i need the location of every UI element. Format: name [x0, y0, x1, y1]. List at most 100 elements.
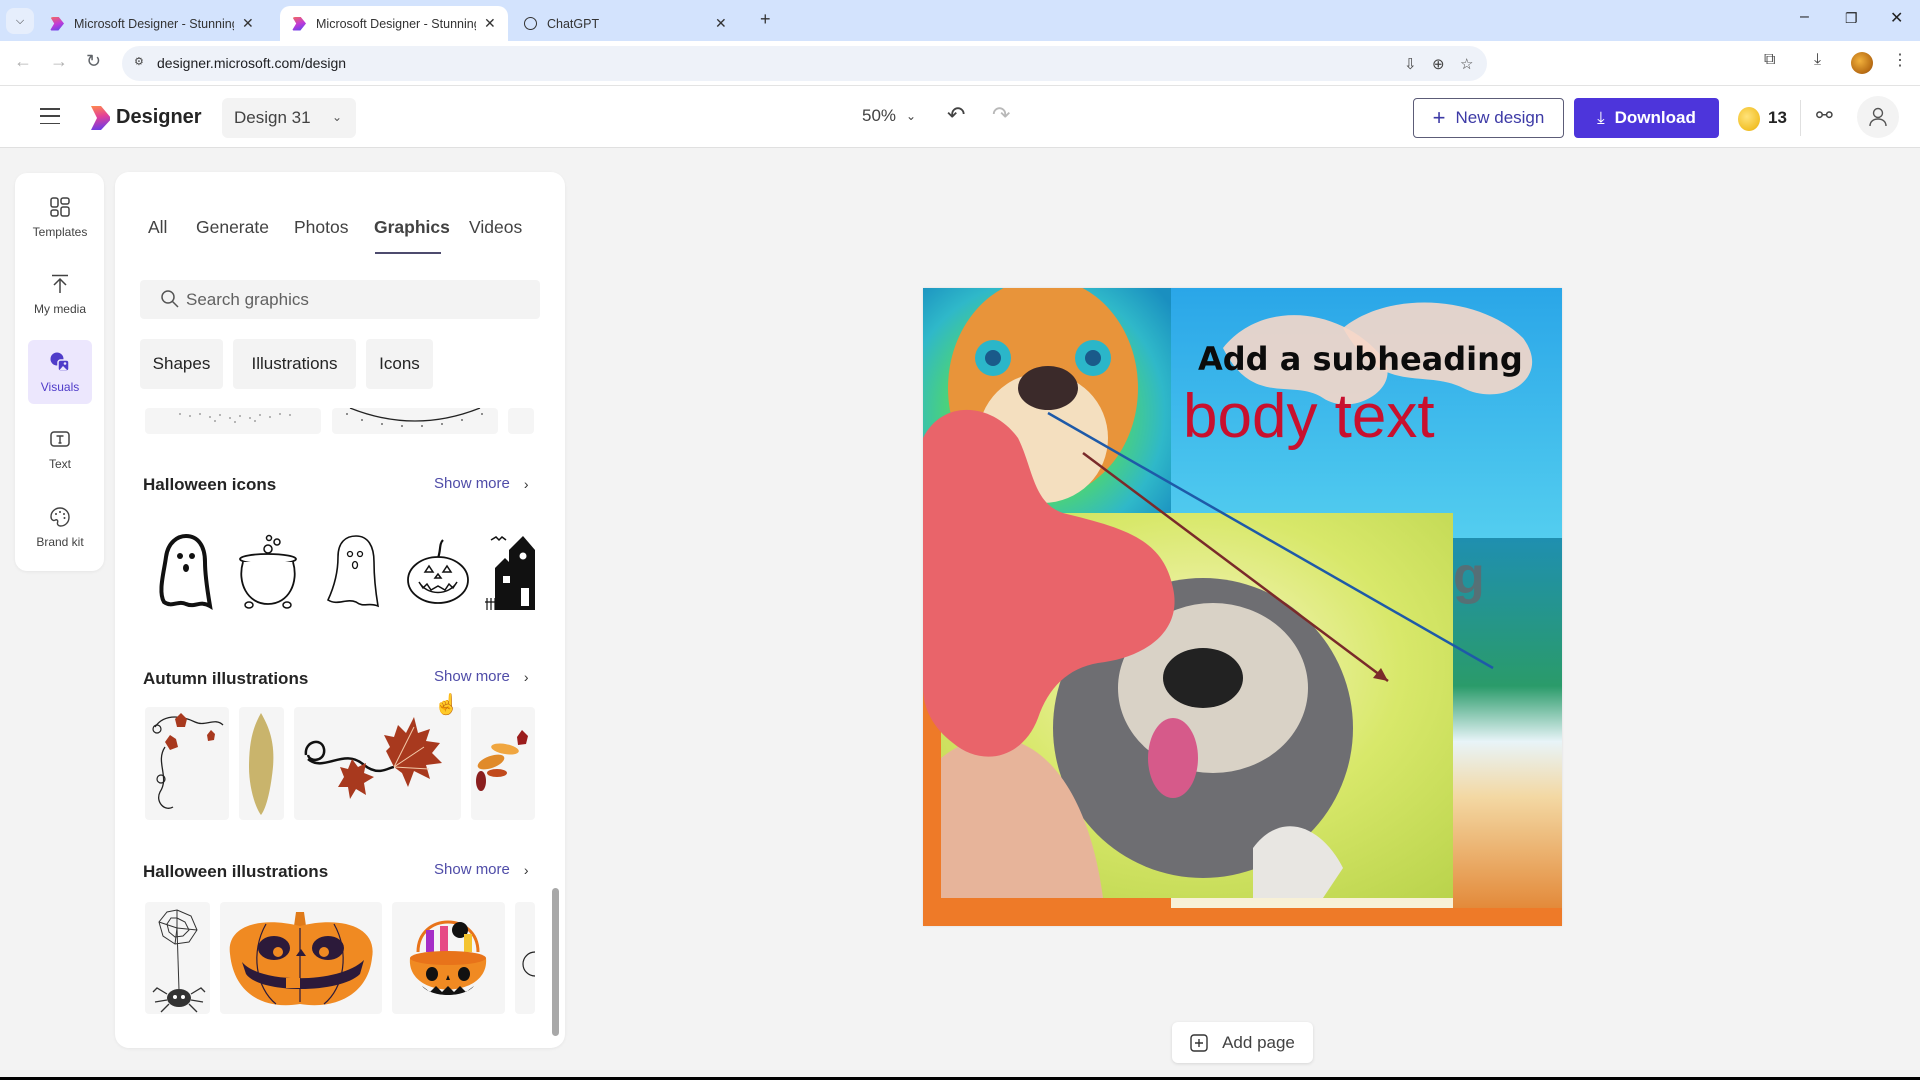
autumn-swirl-corner[interactable]	[145, 707, 229, 820]
new-tab-icon[interactable]: +	[760, 9, 771, 30]
download-button[interactable]: ⤓ Download	[1574, 98, 1719, 138]
golden-foliage[interactable]	[239, 707, 284, 820]
tab-all[interactable]: All	[148, 217, 167, 238]
restore-icon[interactable]: ❐	[1845, 10, 1858, 27]
chevron-down-icon: ⌄	[331, 110, 342, 124]
show-more-halloween-illustrations[interactable]: Show more ›	[434, 861, 529, 878]
browser-tab[interactable]: Microsoft Designer - Stunning designs in…	[38, 6, 266, 41]
show-more-autumn-illustrations[interactable]: Show more ›	[434, 668, 529, 685]
templates-icon	[50, 196, 70, 217]
search-input[interactable]	[186, 280, 526, 319]
design-name-dropdown[interactable]: Design 31 ⌄	[222, 98, 356, 138]
maple-leaves-illustration	[304, 717, 442, 799]
autumn-leaves-bouquet[interactable]	[471, 707, 535, 820]
rail-item-visuals[interactable]: Visuals	[28, 340, 92, 404]
rail-item-templates[interactable]: Templates	[28, 186, 92, 248]
divider	[1800, 100, 1801, 136]
rail-label: Brand kit	[36, 534, 84, 549]
reload-icon[interactable]: ↻	[86, 51, 101, 72]
browser-tab-strip: ⌵ Microsoft Designer - Stunning designs …	[0, 0, 1920, 41]
undo-icon[interactable]: ↶	[947, 102, 965, 128]
person-icon	[1869, 107, 1887, 127]
shape-thumbnail[interactable]	[508, 408, 534, 434]
chip-illustrations[interactable]: Illustrations	[233, 339, 356, 389]
site-info-icon[interactable]: ⚙	[134, 55, 150, 71]
subheading-text[interactable]: Add a subheading	[1198, 340, 1523, 378]
share-icon[interactable]: ⚯	[1816, 103, 1833, 128]
haunted-house-icon[interactable]	[485, 532, 545, 612]
maple-leaves-swirl[interactable]	[294, 707, 461, 820]
browser-tab-active[interactable]: Microsoft Designer - Stunning designs in…	[280, 6, 508, 41]
rail-item-text[interactable]: Text	[28, 418, 92, 480]
zoom-level: 50%	[862, 106, 897, 125]
rail-label: Templates	[32, 224, 88, 239]
search-graphics-field[interactable]	[140, 280, 540, 319]
chrome-menu-icon[interactable]: ⋮	[1892, 50, 1908, 70]
active-tab-indicator	[375, 252, 441, 254]
designer-logo-icon	[91, 106, 110, 130]
address-bar[interactable]: ⚙ designer.microsoft.com/design ⇩ ⊕ ☆	[122, 46, 1487, 81]
close-tab-icon[interactable]: ✕	[715, 15, 727, 32]
rail-item-my-media[interactable]: My media	[28, 263, 92, 325]
browser-profile-avatar[interactable]	[1851, 52, 1873, 74]
tab-videos[interactable]: Videos	[469, 217, 522, 238]
close-tab-icon[interactable]: ✕	[484, 15, 496, 32]
tab-photos[interactable]: Photos	[294, 217, 348, 238]
partial-heading-text[interactable]: g	[1453, 546, 1485, 606]
back-icon[interactable]: ←	[14, 51, 32, 72]
chevron-down-icon: ⌄	[906, 109, 917, 123]
pumpkin-candy-bucket[interactable]	[392, 902, 505, 1014]
redo-icon[interactable]: ↷	[992, 102, 1010, 128]
designer-favicon-icon	[50, 16, 64, 31]
cauldron-icon[interactable]	[235, 532, 301, 612]
install-app-icon[interactable]: ⇩	[1404, 55, 1417, 73]
browser-tab[interactable]: ChatGPT ✕	[512, 6, 739, 41]
ghost-bold-icon[interactable]	[150, 532, 216, 612]
show-more-label: Show more	[434, 861, 510, 878]
rail-item-brand-kit[interactable]: Brand kit	[28, 496, 92, 558]
close-tab-icon[interactable]: ✕	[242, 15, 254, 32]
downloads-icon[interactable]: ⤓	[1814, 51, 1821, 69]
chip-shapes[interactable]: Shapes	[140, 339, 223, 389]
minimize-icon[interactable]: –	[1800, 8, 1809, 26]
panel-scrollbar[interactable]	[552, 888, 559, 1036]
spider-web-illustration	[152, 909, 206, 1013]
jack-o-lantern-icon[interactable]	[405, 532, 471, 612]
show-more-halloween-icons[interactable]: Show more ›	[434, 475, 529, 492]
forward-icon[interactable]: →	[50, 51, 68, 72]
chatgpt-favicon-icon	[524, 17, 537, 30]
boost-coin-icon[interactable]	[1738, 107, 1760, 131]
design-name-label: Design 31	[234, 108, 311, 127]
tab-generate[interactable]: Generate	[196, 217, 269, 238]
shape-thumbnail[interactable]	[145, 408, 321, 434]
tab-title: Microsoft Designer - Stunning designs in…	[316, 16, 476, 31]
autumn-bouquet-illustration	[476, 730, 528, 791]
url-text[interactable]: designer.microsoft.com/design	[157, 55, 346, 71]
tab-title: Microsoft Designer - Stunning designs in…	[74, 16, 234, 31]
hand-cursor-icon: ☝	[434, 694, 459, 716]
add-page-button[interactable]: Add page	[1172, 1022, 1313, 1063]
menu-icon[interactable]	[40, 108, 60, 124]
download-label: Download	[1614, 108, 1696, 127]
close-window-icon[interactable]: ✕	[1890, 8, 1903, 28]
pumpkin-bucket-illustration	[409, 920, 487, 995]
body-text[interactable]: body text	[1183, 386, 1435, 448]
shape-thumbnail[interactable]	[332, 408, 498, 434]
halloween-partial[interactable]	[515, 902, 535, 1014]
ghost-outline-icon[interactable]	[320, 532, 386, 612]
new-design-label: New design	[1455, 108, 1545, 127]
new-design-button[interactable]: + New design	[1413, 98, 1564, 138]
zoom-dropdown[interactable]: 50% ⌄	[862, 106, 916, 126]
chip-icons[interactable]: Icons	[366, 339, 433, 389]
carved-pumpkin[interactable]	[220, 902, 382, 1014]
left-rail: Templates My media Visuals Text Brand ki…	[15, 173, 104, 571]
zoom-icon[interactable]: ⊕	[1432, 55, 1445, 73]
extensions-icon[interactable]: ⧉	[1764, 51, 1775, 69]
tab-graphics[interactable]: Graphics	[374, 217, 450, 238]
tab-search-button[interactable]: ⌵	[6, 8, 34, 34]
design-canvas[interactable]: Add a subheading body text g	[923, 288, 1562, 926]
bookmark-star-icon[interactable]: ☆	[1460, 55, 1473, 73]
user-avatar[interactable]	[1857, 96, 1899, 138]
spider-web[interactable]	[145, 902, 210, 1014]
boost-count: 13	[1768, 108, 1787, 127]
